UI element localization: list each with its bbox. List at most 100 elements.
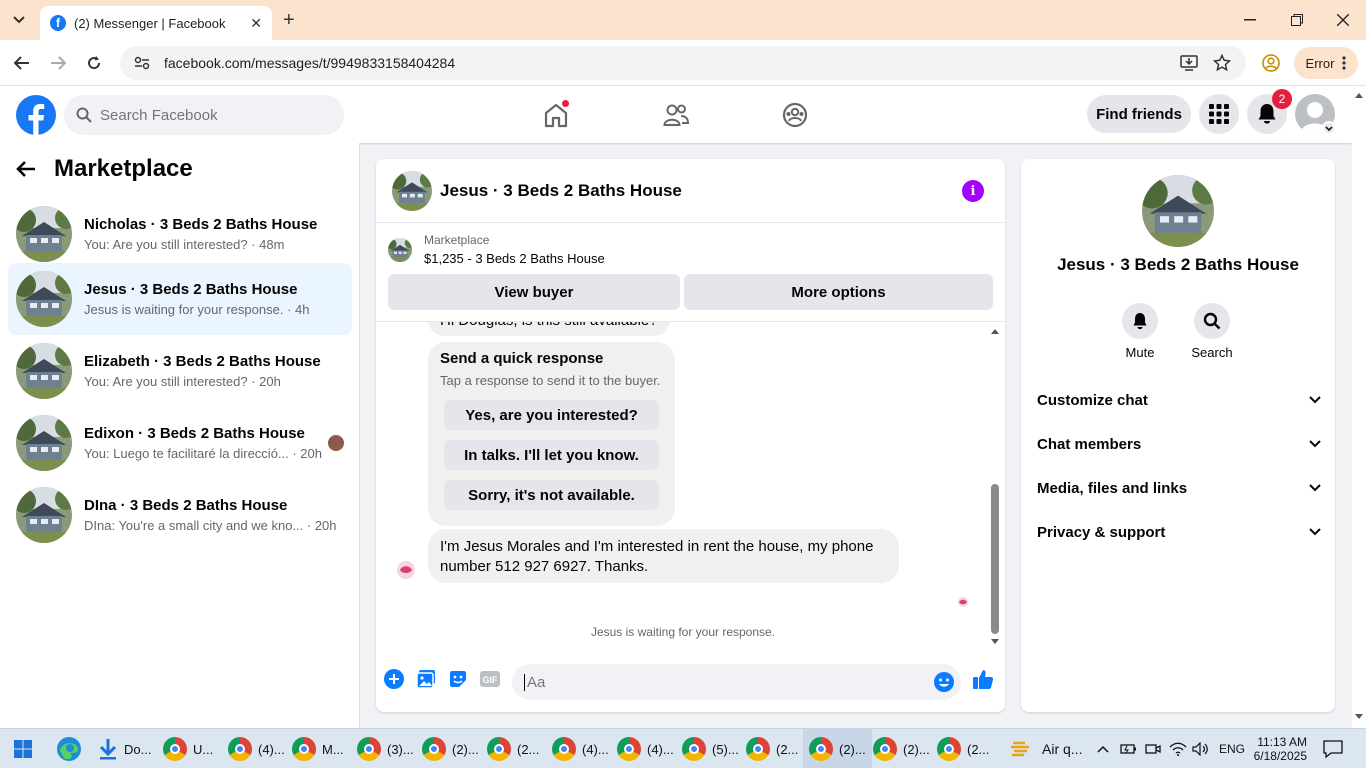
restore-window-icon[interactable] (1287, 10, 1307, 30)
taskbar-app[interactable]: U... (163, 729, 213, 768)
info-icon[interactable]: i (962, 180, 984, 202)
find-friends-button[interactable]: Find friends (1087, 95, 1191, 133)
menu-grid-icon[interactable] (1199, 94, 1239, 134)
chat-avatar[interactable] (392, 170, 432, 211)
reload-icon[interactable] (84, 53, 104, 73)
taskbar-app-active[interactable]: (2)... (803, 729, 872, 768)
gif-icon[interactable]: GIF (479, 668, 501, 690)
quick-response-option[interactable]: Sorry, it's not available. (444, 480, 659, 510)
mute-label: Mute (1125, 345, 1155, 360)
conversation-item-selected[interactable]: Jesus · 3 Beds 2 Baths House Jesus is wai… (8, 263, 352, 335)
taskbar-app[interactable]: (2)... (422, 729, 479, 768)
search-input[interactable] (100, 106, 320, 124)
close-window-icon[interactable] (1333, 10, 1353, 30)
bookmark-star-icon[interactable] (1213, 54, 1231, 72)
listing-thumbnail (16, 271, 72, 327)
marketplace-label: Marketplace (424, 233, 490, 247)
message-input[interactable] (524, 673, 914, 691)
meet-camera-icon[interactable] (1145, 729, 1161, 768)
home-notification-dot (561, 99, 570, 108)
message-scrollbar[interactable] (988, 324, 1002, 648)
taskbar-app[interactable]: (4)... (228, 729, 285, 768)
clock[interactable]: 11:13 AM 6/18/2025 (1254, 729, 1307, 768)
taskbar-app[interactable]: M... (292, 729, 344, 768)
taskbar-app-label: (2)... (452, 741, 479, 757)
groups-icon[interactable] (780, 100, 810, 130)
quick-response-option[interactable]: Yes, are you interested? (444, 400, 659, 430)
chat-panel: Jesus · 3 Beds 2 Baths House i Marketpla… (376, 159, 1005, 712)
error-button[interactable]: Error (1294, 47, 1358, 79)
back-arrow-icon[interactable] (12, 53, 32, 73)
profile-icon[interactable] (1262, 54, 1280, 72)
search-action[interactable]: Search (1182, 303, 1242, 360)
page-scrollbar[interactable] (1352, 86, 1366, 728)
media-files-links-section[interactable]: Media, files and links (1037, 466, 1321, 510)
chrome-icon (552, 737, 576, 761)
taskbar-app[interactable]: (4)... (617, 729, 674, 768)
back-arrow-icon[interactable] (16, 160, 36, 178)
taskbar-app-label: M... (322, 741, 344, 757)
clock-time: 11:13 AM (1257, 735, 1307, 749)
taskbar-app-label: (4)... (647, 741, 674, 757)
photo-icon[interactable] (415, 668, 437, 690)
home-icon[interactable] (541, 99, 571, 130)
air-quality-icon (1011, 741, 1029, 757)
browser-tab-messenger[interactable]: f (2) Messenger | Facebook ✕ (40, 6, 272, 40)
minimize-window-icon[interactable] (1240, 10, 1260, 30)
taskbar-app[interactable]: Do... (98, 729, 151, 768)
install-app-icon[interactable] (1180, 55, 1198, 71)
volume-icon[interactable] (1192, 729, 1210, 768)
show-hidden-icons-chevron-up-icon[interactable] (1097, 729, 1109, 768)
conversation-item[interactable]: DIna · 3 Beds 2 Baths House DIna: You're … (8, 479, 352, 551)
windows-taskbar: Do... U... (4)... M... (3)... (2)... (2.… (0, 728, 1366, 768)
taskbar-app-label: (5)... (712, 741, 739, 757)
edge-browser-icon[interactable] (56, 729, 82, 768)
emoji-icon[interactable] (933, 671, 955, 693)
more-options-button[interactable]: More options (684, 274, 993, 310)
view-buyer-button[interactable]: View buyer (388, 274, 680, 310)
conversation-item[interactable]: Edixon · 3 Beds 2 Baths House You: Luego … (8, 407, 352, 479)
thumbs-up-icon[interactable] (972, 668, 994, 690)
quick-response-option[interactable]: In talks. I'll let you know. (444, 440, 659, 470)
facebook-logo-icon[interactable] (16, 95, 56, 135)
language-indicator[interactable]: ENG (1219, 729, 1245, 768)
address-bar[interactable]: facebook.com/messages/t/9949833158404284 (120, 46, 1246, 80)
new-tab-button[interactable]: + (283, 9, 295, 32)
battery-icon[interactable] (1120, 729, 1138, 768)
friends-icon[interactable] (661, 100, 691, 130)
wifi-icon[interactable] (1169, 729, 1187, 768)
windows-start-icon[interactable] (14, 729, 32, 768)
svg-text:GIF: GIF (483, 675, 499, 685)
conversation-name: Nicholas · 3 Beds 2 Baths House (84, 216, 318, 233)
close-tab-icon[interactable]: ✕ (250, 15, 262, 32)
customize-chat-section[interactable]: Customize chat (1037, 378, 1321, 422)
conversation-preview: Jesus is waiting for your response. · 4h (84, 302, 310, 317)
taskbar-app[interactable]: (2... (937, 729, 989, 768)
conversation-item[interactable]: Nicholas · 3 Beds 2 Baths House You: Are … (8, 198, 352, 270)
forward-arrow-icon[interactable] (48, 53, 68, 73)
weather-widget[interactable]: Air q... (1010, 729, 1082, 768)
chat-members-section[interactable]: Chat members (1037, 422, 1321, 466)
add-plus-icon[interactable] (383, 668, 405, 690)
taskbar-app[interactable]: (2)... (873, 729, 930, 768)
account-chevron-down-icon[interactable] (1322, 121, 1336, 135)
message-input-box[interactable] (512, 664, 961, 700)
conversation-item[interactable]: Elizabeth · 3 Beds 2 Baths House You: Are… (8, 335, 352, 407)
taskbar-app[interactable]: (3)... (357, 729, 414, 768)
privacy-support-section[interactable]: Privacy & support (1037, 510, 1321, 554)
chat-title[interactable]: Jesus · 3 Beds 2 Baths House (440, 181, 682, 201)
weather-label: Air q... (1042, 741, 1083, 757)
taskbar-app[interactable]: (2... (487, 729, 539, 768)
listing-thumbnail (16, 206, 72, 262)
tab-search-chevron-icon[interactable] (8, 9, 30, 31)
taskbar-app-label: (4)... (582, 741, 609, 757)
taskbar-app[interactable]: (4)... (552, 729, 609, 768)
site-info-icon[interactable] (134, 56, 150, 70)
notification-center-icon[interactable] (1323, 729, 1343, 768)
taskbar-app[interactable]: (5)... (682, 729, 739, 768)
taskbar-app[interactable]: (2... (746, 729, 798, 768)
mute-action[interactable]: Mute (1110, 303, 1170, 360)
sticker-icon[interactable] (447, 668, 469, 690)
conversation-name: DIna · 3 Beds 2 Baths House (84, 497, 288, 514)
facebook-search-box[interactable] (64, 95, 344, 135)
